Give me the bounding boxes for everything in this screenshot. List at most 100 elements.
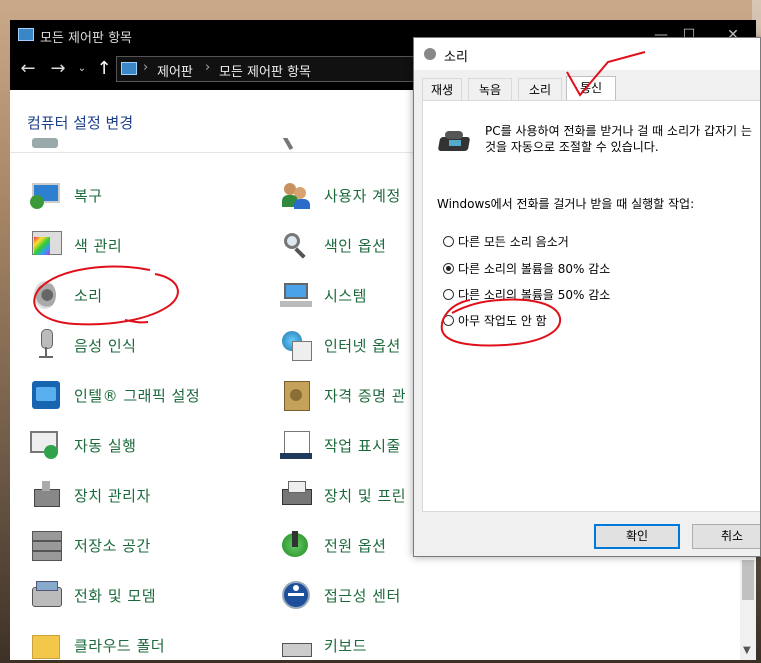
- chevron-right-icon[interactable]: ›: [205, 60, 210, 75]
- chevron-right-icon[interactable]: ›: [143, 60, 148, 75]
- recovery-icon: [30, 179, 62, 211]
- sound-dialog: 소리 재생 녹음 소리 통신 PC를 사용하여 전화를 받거나 걸 때 소리가 …: [413, 37, 761, 557]
- cp-item-color-management[interactable]: 색 관리: [30, 227, 122, 263]
- recent-chevron-icon[interactable]: ⌄: [70, 58, 94, 80]
- microphone-icon: [30, 329, 62, 361]
- control-panel-icon: [18, 28, 34, 41]
- device-manager-icon: [30, 479, 62, 511]
- keyboard-icon: [280, 629, 312, 660]
- item-label: 작업 표시줄: [324, 436, 401, 455]
- item-label: 사용자 계정: [324, 186, 401, 205]
- address-control-panel-icon: [121, 62, 137, 75]
- tab-recording[interactable]: 녹음: [468, 78, 512, 100]
- option-label: 아무 작업도 안 함: [458, 313, 547, 328]
- item-label: 인텔® 그래픽 설정: [74, 386, 201, 405]
- tab-playback[interactable]: 재생: [422, 78, 462, 100]
- item-label: 복구: [74, 186, 103, 205]
- item-label: 클라우드 폴더: [74, 636, 166, 655]
- partial-item-icon: [30, 138, 62, 158]
- power-options-icon: [280, 529, 312, 561]
- cp-item-user-accounts[interactable]: 사용자 계정: [280, 177, 401, 213]
- scrollbar-thumb[interactable]: [742, 560, 754, 600]
- item-label: 자격 증명 관: [324, 386, 407, 405]
- description-text: PC를 사용하여 전화를 받거나 걸 때 소리가 갑자기 는 것을 자동으로 조…: [485, 124, 752, 154]
- question-label: Windows에서 전화를 걸거나 받을 때 실행할 작업:: [437, 197, 695, 211]
- option-reduce-50[interactable]: 다른 소리의 볼륨을 50% 감소: [443, 285, 610, 303]
- window-title: 모든 제어판 항목: [40, 31, 132, 46]
- cp-item-speech-recognition[interactable]: 음성 인식: [30, 327, 136, 363]
- forward-arrow-icon[interactable]: →: [46, 58, 70, 80]
- cloud-folder-icon: [30, 629, 62, 660]
- radio-button[interactable]: [443, 314, 454, 326]
- cp-item-phone-modem[interactable]: 전화 및 모뎀: [30, 577, 156, 613]
- radio-button-selected[interactable]: [443, 262, 454, 274]
- cp-item-sound[interactable]: 소리: [30, 277, 103, 313]
- item-label: 음성 인식: [74, 336, 137, 355]
- up-arrow-icon[interactable]: ↑: [92, 58, 116, 80]
- option-reduce-80[interactable]: 다른 소리의 볼륨을 80% 감소: [443, 259, 610, 277]
- option-do-nothing[interactable]: 아무 작업도 안 함: [443, 311, 547, 329]
- cp-item-intel-graphics[interactable]: 인텔® 그래픽 설정: [30, 377, 200, 413]
- partial-item-left: [30, 138, 74, 158]
- cp-item-credential-manager[interactable]: 자격 증명 관: [280, 377, 406, 413]
- scroll-down-arrow-icon[interactable]: ▼: [743, 645, 751, 656]
- internet-options-icon: [280, 329, 312, 361]
- autoplay-icon: [30, 429, 62, 461]
- credential-manager-icon: [280, 379, 312, 411]
- cp-item-devices-printers[interactable]: 장치 및 프린: [280, 477, 406, 513]
- item-label: 장치 및 프린: [324, 486, 407, 505]
- partial-item-right: [280, 138, 324, 158]
- radio-button[interactable]: [443, 235, 454, 247]
- system-icon: [280, 279, 312, 311]
- ease-of-access-icon: [280, 579, 312, 611]
- back-arrow-icon[interactable]: ←: [16, 58, 40, 80]
- item-label: 시스템: [324, 286, 367, 305]
- user-accounts-icon: [280, 179, 312, 211]
- devices-printers-icon: [280, 479, 312, 511]
- dialog-titlebar[interactable]: 소리: [414, 38, 760, 70]
- cp-item-indexing-options[interactable]: 색인 옵션: [280, 227, 386, 263]
- taskbar-icon: [280, 429, 312, 461]
- item-label: 전화 및 모뎀: [74, 586, 157, 605]
- cp-item-internet-options[interactable]: 인터넷 옵션: [280, 327, 401, 363]
- cp-item-autoplay[interactable]: 자동 실행: [30, 427, 136, 463]
- tab-communications[interactable]: 통신: [566, 76, 616, 100]
- page-title: 컴퓨터 설정 변경: [27, 114, 134, 132]
- cp-item-ease-of-access[interactable]: 접근성 센터: [280, 577, 401, 613]
- breadcrumb-all-items[interactable]: 모든 제어판 항목: [219, 61, 311, 80]
- cp-item-taskbar[interactable]: 작업 표시줄: [280, 427, 401, 463]
- speaker-icon: [424, 48, 436, 60]
- item-label: 저장소 공간: [74, 536, 151, 555]
- color-management-icon: [30, 229, 62, 261]
- storage-spaces-icon: [30, 529, 62, 561]
- option-mute-all[interactable]: 다른 모든 소리 음소거: [443, 232, 569, 250]
- speaker-icon: [30, 279, 62, 311]
- item-label: 색 관리: [74, 236, 123, 255]
- option-label: 다른 소리의 볼륨을 80% 감소: [458, 261, 611, 276]
- item-label: 장치 관리자: [74, 486, 151, 505]
- phone-modem-icon: [30, 579, 62, 611]
- communications-panel: PC를 사용하여 전화를 받거나 걸 때 소리가 갑자기 는 것을 자동으로 조…: [422, 100, 760, 512]
- item-label: 접근성 센터: [324, 586, 401, 605]
- radio-button[interactable]: [443, 288, 454, 300]
- item-label: 인터넷 옵션: [324, 336, 401, 355]
- cp-item-cloud-folder[interactable]: 클라우드 폴더: [30, 627, 165, 660]
- intel-graphics-icon: [30, 379, 62, 411]
- phone-icon: [437, 131, 471, 153]
- cp-item-recovery[interactable]: 복구: [30, 177, 103, 213]
- vertical-scrollbar[interactable]: ▼: [740, 560, 756, 660]
- item-label: 색인 옵션: [324, 236, 387, 255]
- cp-item-storage-spaces[interactable]: 저장소 공간: [30, 527, 151, 563]
- cp-item-device-manager[interactable]: 장치 관리자: [30, 477, 151, 513]
- item-label: 전원 옵션: [324, 536, 387, 555]
- cp-item-system[interactable]: 시스템: [280, 277, 367, 313]
- item-label: 자동 실행: [74, 436, 137, 455]
- ok-button[interactable]: 확인: [594, 524, 680, 549]
- cp-item-power-options[interactable]: 전원 옵션: [280, 527, 386, 563]
- item-label: 소리: [74, 286, 103, 305]
- cp-item-keyboard[interactable]: 키보드: [280, 627, 367, 660]
- tab-sounds[interactable]: 소리: [518, 78, 562, 100]
- breadcrumb-control-panel[interactable]: 제어판: [157, 61, 193, 80]
- address-bar[interactable]: › 제어판 › 모든 제어판 항목: [116, 56, 416, 82]
- cancel-button[interactable]: 취소: [692, 524, 760, 549]
